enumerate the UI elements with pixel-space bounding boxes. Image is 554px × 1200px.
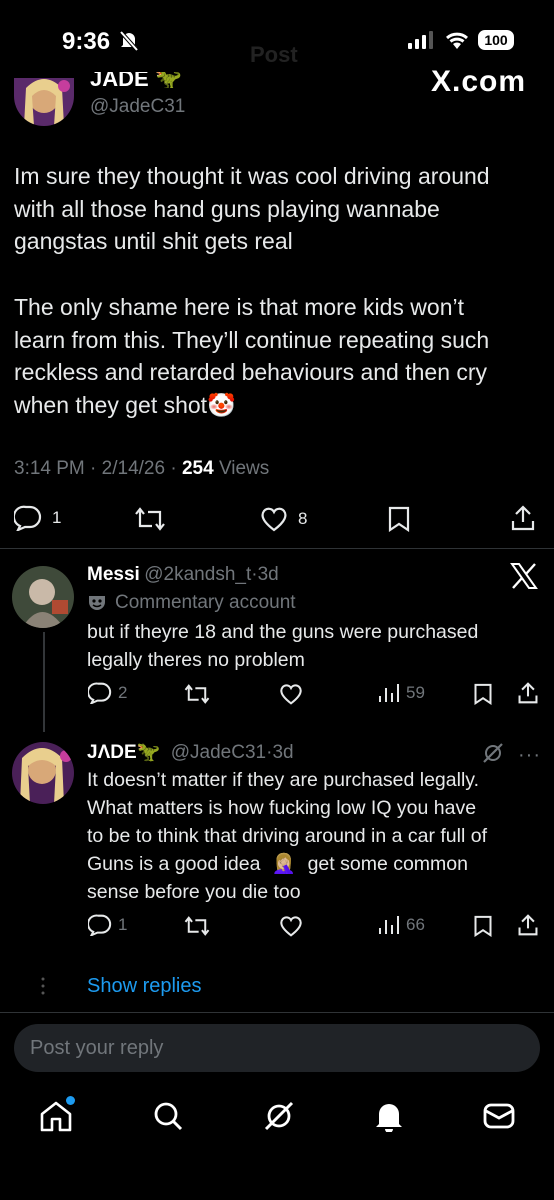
tweet-time: 3:14 PM [14, 458, 85, 479]
heart-icon [261, 507, 287, 532]
page-title-ghost: Post [250, 42, 298, 67]
notification-dot [66, 1095, 76, 1105]
status-indicators: 100 [408, 30, 514, 50]
reply2-text: It doesn’t matter if they are purchased … [87, 769, 487, 903]
tab-notifications[interactable] [374, 1100, 404, 1137]
reply2-share-button[interactable] [517, 913, 539, 942]
like-count: 8 [298, 509, 308, 528]
thread-dots [41, 976, 45, 1001]
x-logo-icon [510, 563, 538, 594]
signal-icon [408, 31, 433, 49]
tab-messages[interactable] [483, 1102, 515, 1135]
reply2-handle[interactable]: @JadeC31 [171, 742, 266, 763]
reply-action[interactable]: 1 [14, 505, 61, 531]
reply1-age: 3d [257, 564, 279, 585]
divider [0, 1012, 554, 1013]
author-avatar[interactable] [14, 78, 74, 126]
like-action[interactable]: 8 [260, 506, 307, 532]
views-icon [379, 684, 399, 702]
share-icon [518, 682, 538, 704]
wifi-icon [446, 32, 468, 49]
reply1-handle[interactable]: @2kandsh_t [144, 564, 251, 585]
battery-indicator: 100 [478, 30, 514, 50]
repost-button[interactable] [133, 506, 167, 537]
reply-icon [14, 505, 42, 531]
bookmark-icon [388, 506, 410, 533]
reply2-reply-action[interactable]: 1 [88, 914, 127, 936]
reply2-views[interactable]: 66 [378, 915, 425, 935]
author-handle[interactable]: @JadeC31 [90, 96, 185, 118]
tab-grok[interactable] [263, 1100, 295, 1137]
reply1-reply-action[interactable]: 2 [88, 682, 127, 704]
jade-avatar[interactable] [12, 742, 74, 804]
reply-icon [88, 914, 112, 936]
views-icon [379, 916, 399, 934]
views-count: 254 [181, 458, 214, 479]
reply1-share-button[interactable] [517, 681, 539, 710]
reply2-header: JΛDE🦖 @JadeC31·3d [87, 742, 294, 763]
heart-icon [280, 684, 302, 705]
grok-icon[interactable] [482, 742, 504, 769]
reply-input-placeholder: Post your reply [30, 1037, 164, 1059]
grok-icon [264, 1101, 294, 1130]
views-label: Views [218, 458, 270, 479]
reply1-like-button[interactable] [279, 683, 303, 710]
search-icon [154, 1102, 183, 1130]
reply2-repost-button[interactable] [183, 915, 211, 942]
bookmark-button[interactable] [387, 506, 411, 537]
heart-icon [280, 916, 302, 937]
notifications-icon [375, 1103, 402, 1133]
reply-count: 1 [52, 508, 62, 527]
brand-watermark: X.com [430, 70, 526, 92]
reply1-bookmark-button[interactable] [473, 683, 493, 710]
tweet-paragraph-1: Im sure they thought it was cool driving… [14, 163, 490, 254]
more-options-icon[interactable]: ··· [518, 744, 541, 767]
share-button[interactable] [510, 504, 536, 537]
repost-icon [184, 684, 210, 704]
reply1-views[interactable]: 59 [378, 683, 425, 703]
author-name[interactable]: JADE 🦖 [90, 72, 182, 88]
mute-bell-icon [119, 30, 139, 57]
thread-line [43, 632, 45, 732]
bottom-tab-bar [0, 1095, 554, 1140]
status-time: 9:36 [62, 28, 111, 55]
bookmark-icon [474, 683, 492, 706]
share-icon [518, 914, 538, 936]
reply1-header: Messi @2kandsh_t·3d [87, 564, 279, 585]
tab-home[interactable] [39, 1095, 76, 1137]
bookmark-icon [474, 915, 492, 938]
messi-avatar[interactable] [12, 566, 74, 628]
repost-icon [184, 916, 210, 936]
messages-icon [483, 1103, 514, 1128]
tab-search[interactable] [152, 1100, 184, 1137]
reply-icon [88, 682, 112, 704]
divider [0, 548, 554, 549]
masks-icon [89, 596, 105, 610]
reply1-text: but if theyre 18 and the guns were purch… [87, 621, 479, 671]
share-icon [511, 505, 535, 531]
reply2-like-button[interactable] [279, 915, 303, 942]
reply1-repost-button[interactable] [183, 683, 211, 710]
reply2-name[interactable]: JΛDE [87, 742, 137, 763]
reply2-age: 3d [272, 742, 294, 763]
commentary-badge: Commentary account [87, 592, 296, 614]
tweet-date: 2/14/26 [101, 458, 166, 479]
tweet-meta: 3:14 PM · 2/14/26 · 254 Views [14, 458, 270, 479]
reply2-bookmark-button[interactable] [473, 915, 493, 942]
tweet-paragraph-2: The only shame here is that more kids wo… [14, 294, 490, 418]
show-replies-link[interactable]: Show replies [87, 975, 202, 998]
repost-icon [135, 507, 165, 531]
reply1-name[interactable]: Messi [87, 564, 140, 585]
